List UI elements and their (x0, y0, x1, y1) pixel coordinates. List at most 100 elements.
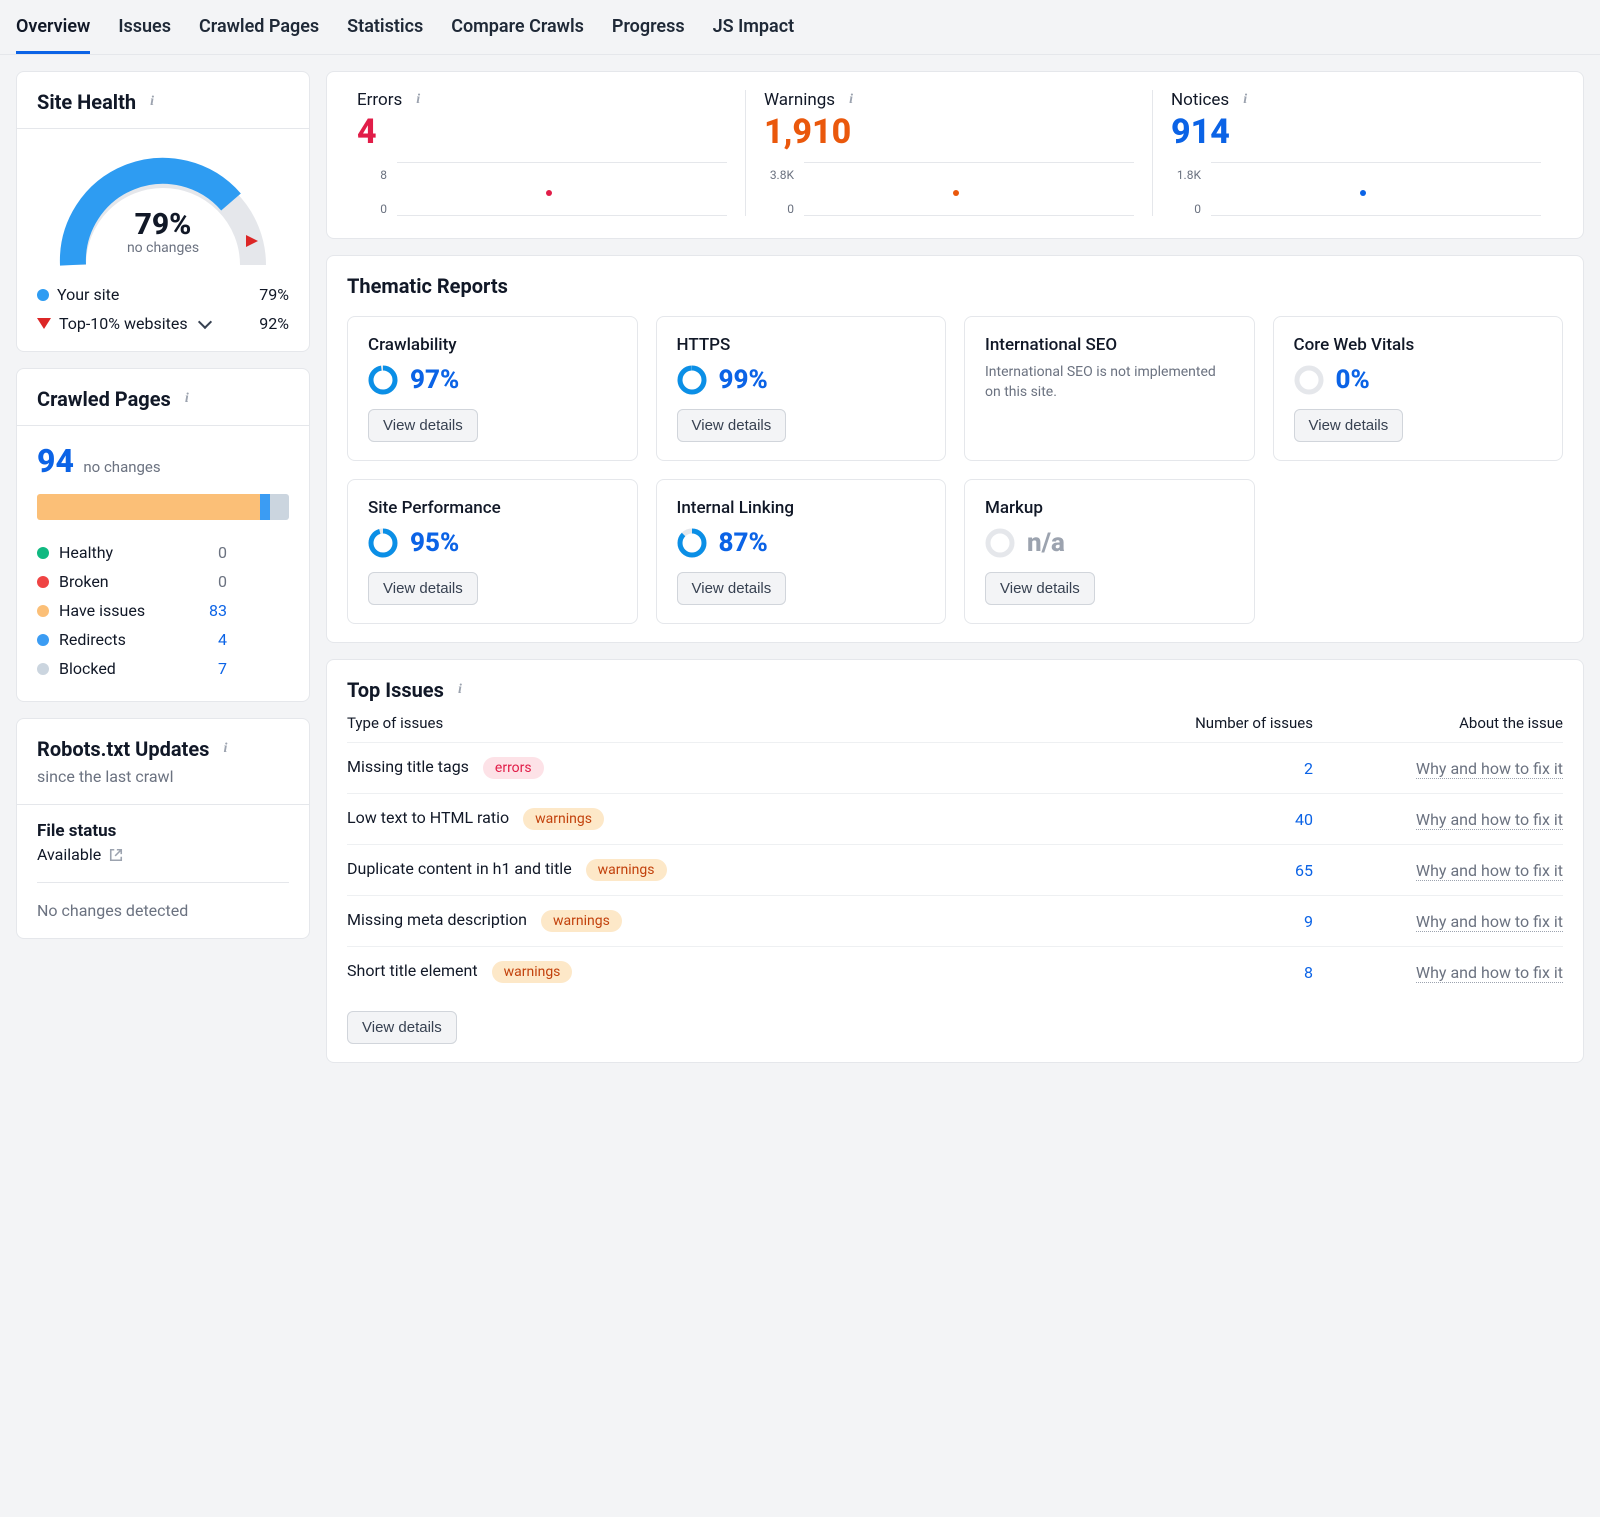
tab-overview[interactable]: Overview (16, 0, 90, 54)
stat-errors[interactable]: Errors i 4 80 (351, 90, 745, 216)
crawled-row-have-issues[interactable]: Have issues 83 (37, 596, 289, 625)
issue-name[interactable]: Short title element warnings (347, 961, 1123, 983)
info-icon[interactable]: i (1237, 92, 1253, 108)
robots-since: since the last crawl (37, 767, 289, 786)
issue-count[interactable]: 40 (1295, 810, 1313, 829)
info-icon[interactable]: i (144, 94, 160, 110)
info-icon[interactable]: i (452, 682, 468, 698)
top-issues-header: Type of issues Number of issues About th… (347, 702, 1563, 742)
donut-icon (677, 528, 707, 558)
dot-icon (37, 289, 49, 301)
view-details-button[interactable]: View details (677, 572, 787, 605)
issue-count[interactable]: 8 (1304, 963, 1313, 982)
nav-tabs: Overview Issues Crawled Pages Statistics Com… (0, 0, 1600, 55)
report-percent: 99% (719, 365, 768, 395)
gauge-percent: 79% (48, 207, 278, 242)
triangle-down-icon (37, 318, 51, 329)
stat-value: 1,910 (764, 112, 1134, 152)
legend-top10[interactable]: Top-10% websites 92% (37, 314, 289, 333)
top-issues-card: Top Issues i Type of issues Number of is… (326, 659, 1584, 1063)
issue-pill-errors: errors (483, 757, 544, 779)
stat-value: 4 (357, 112, 727, 152)
sparkline: 3.8K0 (764, 162, 1134, 216)
crawled-row-label: Healthy (59, 543, 187, 562)
issue-count[interactable]: 2 (1304, 759, 1313, 778)
info-icon[interactable]: i (179, 391, 195, 407)
chevron-down-icon (198, 314, 212, 328)
issue-name[interactable]: Duplicate content in h1 and title warnin… (347, 859, 1123, 881)
tab-compare-crawls[interactable]: Compare Crawls (451, 0, 584, 54)
robots-title: Robots.txt Updates i (37, 737, 289, 761)
site-health-title-text: Site Health (37, 90, 136, 114)
crawled-count[interactable]: 94 (37, 442, 74, 480)
issue-row: Low text to HTML ratio warnings 40 Why a… (347, 793, 1563, 844)
file-status-value[interactable]: Available (37, 845, 289, 864)
tab-crawled-pages[interactable]: Crawled Pages (199, 0, 319, 54)
info-icon[interactable]: i (410, 92, 426, 108)
view-details-button[interactable]: View details (985, 572, 1095, 605)
legend-your-site: Your site 79% (37, 285, 289, 304)
report-percent: 95% (410, 528, 459, 558)
stat-value: 914 (1171, 112, 1541, 152)
stat-notices[interactable]: Notices i 914 1.8K0 (1152, 90, 1559, 216)
issue-name[interactable]: Low text to HTML ratio warnings (347, 808, 1123, 830)
sparkline: 80 (357, 162, 727, 216)
view-details-button[interactable]: View details (677, 409, 787, 442)
view-details-button[interactable]: View details (368, 572, 478, 605)
crawled-pages-title: Crawled Pages i (37, 387, 289, 411)
issue-row: Short title element warnings 8 Why and h… (347, 946, 1563, 997)
issue-name[interactable]: Missing meta description warnings (347, 910, 1123, 932)
tab-issues[interactable]: Issues (118, 0, 171, 54)
report-markup: Markup n/a View details (964, 479, 1255, 624)
stat-label: Notices i (1171, 90, 1541, 110)
file-status-text: Available (37, 845, 101, 864)
view-details-button[interactable]: View details (368, 409, 478, 442)
crawled-row-label: Redirects (59, 630, 187, 649)
issue-count[interactable]: 9 (1304, 912, 1313, 931)
about-issue-link[interactable]: Why and how to fix it (1416, 912, 1563, 932)
issue-row: Missing meta description warnings 9 Why … (347, 895, 1563, 946)
about-issue-link[interactable]: Why and how to fix it (1416, 963, 1563, 983)
report-note: International SEO is not implemented on … (985, 363, 1234, 402)
report-international-seo: International SEOInternational SEO is no… (964, 316, 1255, 461)
info-icon[interactable]: i (217, 741, 233, 757)
file-status-title: File status (37, 821, 289, 841)
crawled-row-value: 83 (197, 601, 227, 620)
report-site-performance: Site Performance 95% View details (347, 479, 638, 624)
report-title: Crawlability (368, 335, 617, 355)
about-issue-link[interactable]: Why and how to fix it (1416, 759, 1563, 779)
info-icon[interactable]: i (843, 92, 859, 108)
sparkline: 1.8K0 (1171, 162, 1541, 216)
tab-progress[interactable]: Progress (612, 0, 685, 54)
crawled-row-blocked[interactable]: Blocked 7 (37, 654, 289, 683)
dot-icon (37, 663, 49, 675)
tab-js-impact[interactable]: JS Impact (713, 0, 795, 54)
tab-statistics[interactable]: Statistics (347, 0, 423, 54)
report-percent: n/a (1027, 528, 1065, 558)
thematic-title-text: Thematic Reports (347, 274, 508, 298)
crawled-subtitle: no changes (83, 458, 160, 476)
gauge-subtitle: no changes (48, 240, 278, 256)
issue-row: Duplicate content in h1 and title warnin… (347, 844, 1563, 895)
report-percent: 97% (410, 365, 459, 395)
issue-count[interactable]: 65 (1295, 861, 1313, 880)
about-issue-link[interactable]: Why and how to fix it (1416, 861, 1563, 881)
crawled-row-label: Have issues (59, 601, 187, 620)
crawled-row-label: Broken (59, 572, 187, 591)
site-health-gauge: 79% no changes (48, 145, 278, 275)
top-issues-view-details-button[interactable]: View details (347, 1011, 457, 1044)
about-issue-link[interactable]: Why and how to fix it (1416, 810, 1563, 830)
crawled-row-value: 0 (197, 543, 227, 562)
col-header-type: Type of issues (347, 714, 1123, 732)
crawled-row-healthy[interactable]: Healthy 0 (37, 538, 289, 567)
external-link-icon (109, 848, 123, 862)
report-https: HTTPS 99% View details (656, 316, 947, 461)
crawled-row-broken[interactable]: Broken 0 (37, 567, 289, 596)
issue-name[interactable]: Missing title tags errors (347, 757, 1123, 779)
issue-pill-warnings: warnings (541, 910, 622, 932)
legend-value: 79% (259, 285, 289, 304)
stat-warnings[interactable]: Warnings i 1,910 3.8K0 (745, 90, 1152, 216)
issue-pill-warnings: warnings (492, 961, 573, 983)
crawled-row-redirects[interactable]: Redirects 4 (37, 625, 289, 654)
view-details-button[interactable]: View details (1294, 409, 1404, 442)
